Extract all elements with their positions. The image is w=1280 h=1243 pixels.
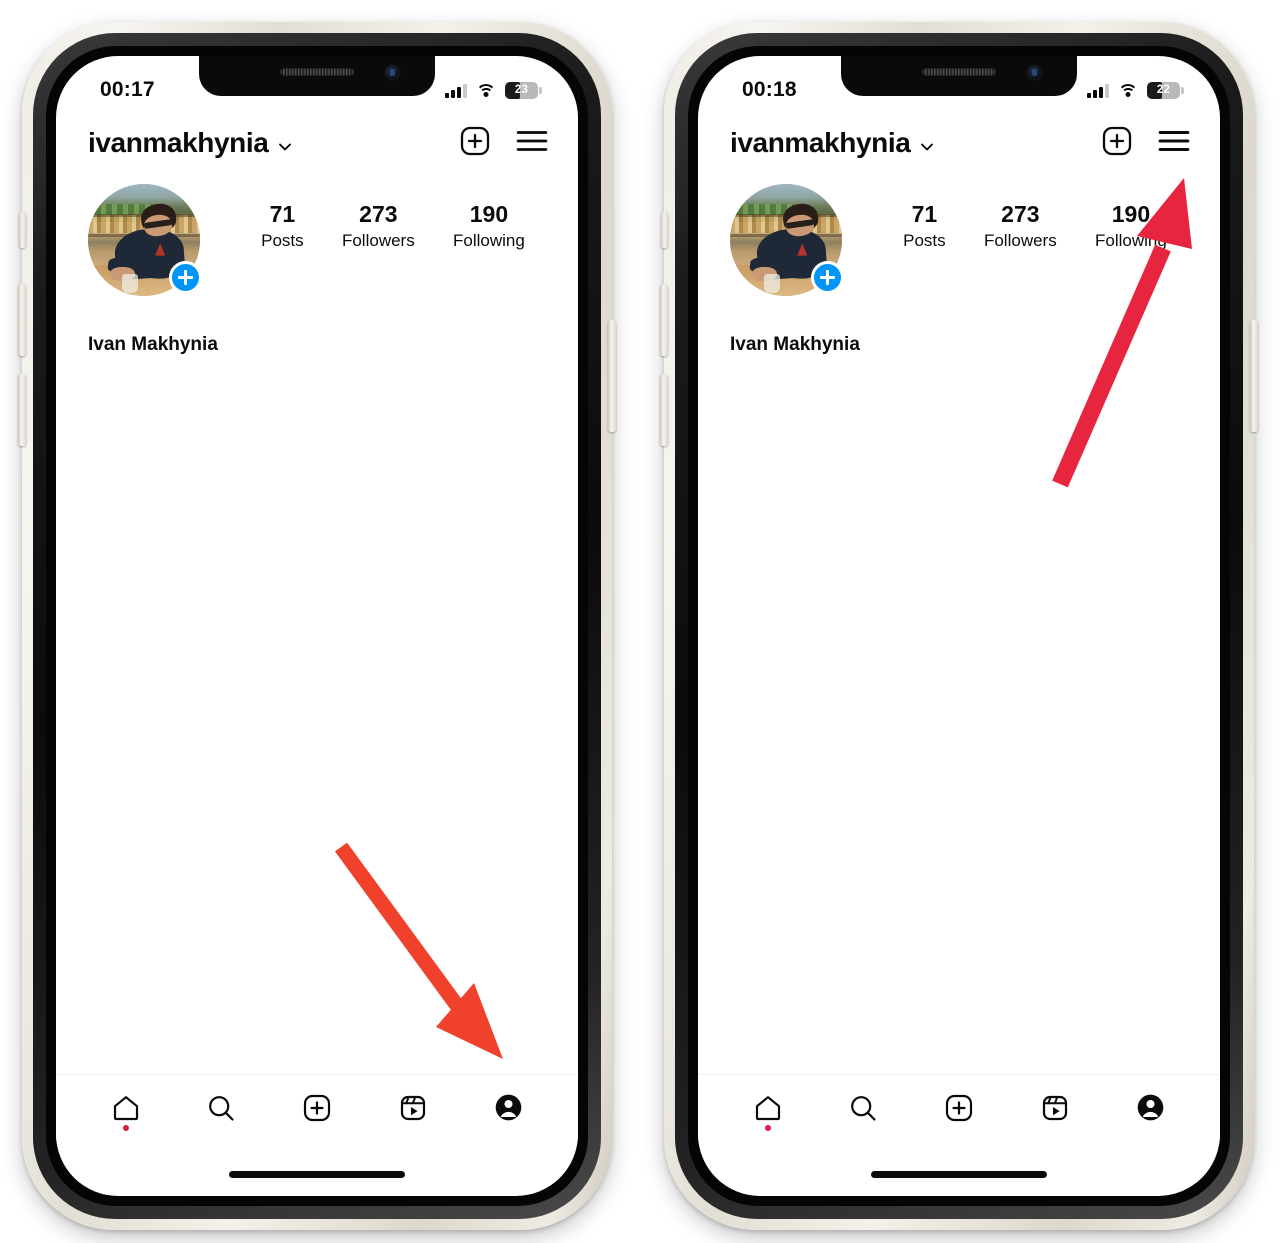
profile-summary: 71 Posts 273 Followers 190 Following bbox=[56, 184, 578, 304]
earpiece-speaker bbox=[280, 68, 354, 76]
cellular-signal-icon bbox=[445, 83, 467, 98]
phone-device-right: 00:18 22 ivanmakhynia 71 Posts 273 Follo… bbox=[660, 22, 1258, 1230]
stat-posts[interactable]: 71 Posts bbox=[903, 202, 946, 251]
posts-label: Posts bbox=[903, 230, 946, 250]
tab-create[interactable] bbox=[286, 1084, 348, 1132]
profile-full-name: Ivan Makhynia bbox=[730, 334, 860, 355]
phone-screen-right: 00:18 22 ivanmakhynia 71 Posts 273 Follo… bbox=[698, 56, 1220, 1196]
phone-device-left: 00:17 23 ivanmakhynia 71 Posts 273 Follo… bbox=[18, 22, 616, 1230]
avatar[interactable] bbox=[88, 184, 202, 296]
home-icon bbox=[755, 1095, 780, 1120]
battery-percent-label: 22 bbox=[1156, 84, 1171, 96]
volume-up-button[interactable] bbox=[18, 284, 26, 356]
tab-profile[interactable] bbox=[477, 1084, 539, 1132]
mute-switch-button[interactable] bbox=[661, 212, 668, 248]
home-icon bbox=[113, 1095, 138, 1120]
front-camera-icon bbox=[1028, 66, 1041, 79]
volume-down-button[interactable] bbox=[660, 374, 668, 446]
profile-full-name: Ivan Makhynia bbox=[88, 334, 218, 355]
profile-avatar-icon bbox=[495, 1094, 521, 1121]
tab-search[interactable] bbox=[190, 1084, 252, 1132]
tab-home[interactable] bbox=[95, 1084, 157, 1132]
battery-percent-label: 23 bbox=[514, 84, 529, 96]
plus-square-icon bbox=[303, 1094, 331, 1121]
following-count: 190 bbox=[1111, 201, 1151, 227]
battery-icon: 23 bbox=[505, 81, 542, 99]
followers-label: Followers bbox=[341, 230, 415, 250]
phone-screen-left: 00:17 23 ivanmakhynia 71 Posts 273 Follo… bbox=[56, 56, 578, 1196]
tab-profile[interactable] bbox=[1119, 1084, 1181, 1132]
account-username[interactable]: ivanmakhynia bbox=[88, 127, 269, 159]
chevron-down-icon[interactable] bbox=[920, 140, 934, 153]
stat-posts[interactable]: 71 Posts bbox=[261, 202, 304, 251]
tab-reels[interactable] bbox=[382, 1084, 444, 1132]
following-label: Following bbox=[453, 230, 525, 250]
plus-square-icon bbox=[945, 1094, 973, 1121]
home-indicator[interactable] bbox=[871, 1171, 1047, 1178]
posts-count: 71 bbox=[269, 201, 296, 227]
front-camera-icon bbox=[386, 66, 399, 79]
instagram-header: ivanmakhynia bbox=[56, 112, 578, 174]
bottom-tab-bar bbox=[56, 1074, 578, 1140]
bottom-tab-bar bbox=[698, 1074, 1220, 1140]
reels-icon bbox=[1042, 1095, 1067, 1120]
account-username[interactable]: ivanmakhynia bbox=[730, 127, 911, 159]
following-label: Following bbox=[1095, 230, 1167, 250]
phone-bezel: 00:18 22 ivanmakhynia 71 Posts 273 Follo… bbox=[675, 33, 1243, 1219]
stat-following[interactable]: 190 Following bbox=[453, 202, 525, 251]
tab-home[interactable] bbox=[737, 1084, 799, 1132]
profile-summary: 71 Posts 273 Followers 190 Following bbox=[698, 184, 1220, 304]
followers-label: Followers bbox=[983, 230, 1057, 250]
phone-glass: 00:17 23 ivanmakhynia 71 Posts 273 Follo… bbox=[46, 46, 588, 1206]
wifi-icon bbox=[1118, 83, 1138, 98]
notch bbox=[841, 56, 1077, 96]
profile-stats: 71 Posts 273 Followers 190 Following bbox=[842, 184, 1220, 251]
followers-count: 273 bbox=[1001, 201, 1040, 227]
profile-stats: 71 Posts 273 Followers 190 Following bbox=[200, 184, 578, 251]
phone-glass: 00:18 22 ivanmakhynia 71 Posts 273 Follo… bbox=[688, 46, 1230, 1206]
tab-create[interactable] bbox=[928, 1084, 990, 1132]
stat-followers[interactable]: 273 Followers bbox=[342, 202, 415, 251]
stat-followers[interactable]: 273 Followers bbox=[984, 202, 1057, 251]
status-clock: 00:18 bbox=[742, 78, 797, 101]
instagram-header: ivanmakhynia bbox=[698, 112, 1220, 174]
tab-search[interactable] bbox=[832, 1084, 894, 1132]
screenshot-canvas: 00:17 23 ivanmakhynia 71 Posts 273 Follo… bbox=[0, 0, 1280, 1243]
notch bbox=[199, 56, 435, 96]
phone-bezel: 00:17 23 ivanmakhynia 71 Posts 273 Follo… bbox=[33, 33, 601, 1219]
plus-square-icon[interactable] bbox=[460, 126, 490, 161]
battery-icon: 22 bbox=[1147, 81, 1184, 99]
search-icon bbox=[209, 1095, 234, 1121]
home-notification-dot bbox=[764, 1124, 771, 1131]
home-indicator[interactable] bbox=[229, 1171, 405, 1178]
chevron-down-icon[interactable] bbox=[278, 140, 292, 153]
wifi-icon bbox=[476, 83, 496, 98]
status-clock: 00:17 bbox=[100, 78, 155, 101]
tab-reels[interactable] bbox=[1024, 1084, 1086, 1132]
power-button[interactable] bbox=[608, 320, 616, 432]
home-notification-dot bbox=[122, 1124, 129, 1131]
status-indicators: 22 bbox=[1087, 81, 1184, 99]
status-indicators: 23 bbox=[445, 81, 542, 99]
posts-count: 71 bbox=[911, 201, 938, 227]
volume-down-button[interactable] bbox=[18, 374, 26, 446]
posts-label: Posts bbox=[261, 230, 304, 250]
search-icon bbox=[851, 1095, 876, 1121]
profile-avatar-icon bbox=[1137, 1094, 1163, 1121]
following-count: 190 bbox=[469, 201, 509, 227]
followers-count: 273 bbox=[359, 201, 398, 227]
power-button[interactable] bbox=[1250, 320, 1258, 432]
avatar[interactable] bbox=[730, 184, 844, 296]
volume-up-button[interactable] bbox=[660, 284, 668, 356]
plus-circle-icon[interactable] bbox=[169, 261, 202, 294]
reels-icon bbox=[400, 1095, 425, 1120]
hamburger-menu-icon[interactable] bbox=[1158, 128, 1190, 159]
plus-circle-icon[interactable] bbox=[811, 261, 844, 294]
mute-switch-button[interactable] bbox=[19, 212, 26, 248]
cellular-signal-icon bbox=[1087, 83, 1109, 98]
plus-square-icon[interactable] bbox=[1102, 126, 1132, 161]
stat-following[interactable]: 190 Following bbox=[1095, 202, 1167, 251]
hamburger-menu-icon[interactable] bbox=[516, 128, 548, 159]
earpiece-speaker bbox=[922, 68, 996, 76]
